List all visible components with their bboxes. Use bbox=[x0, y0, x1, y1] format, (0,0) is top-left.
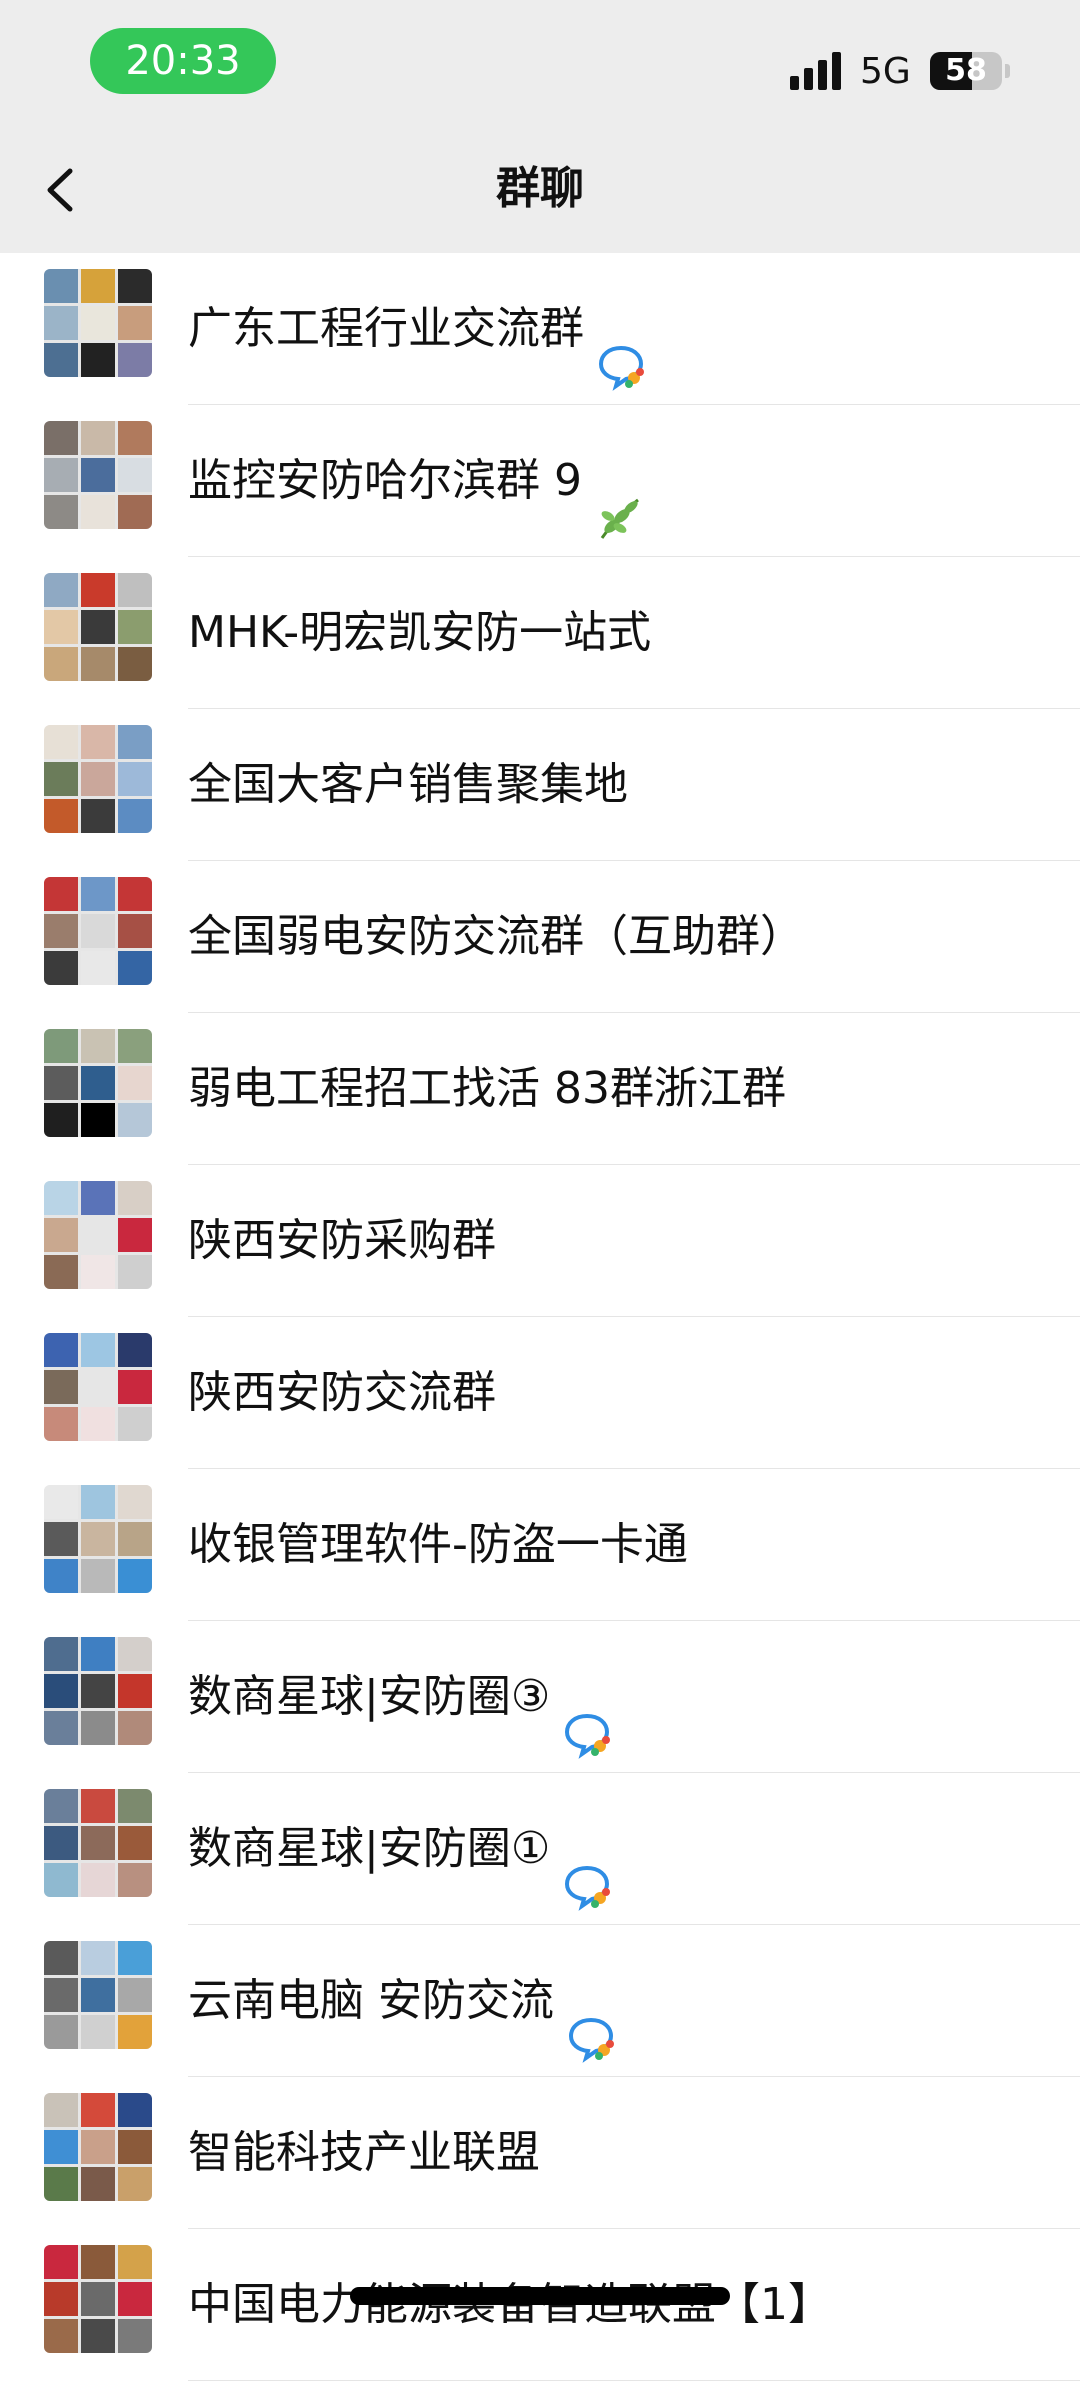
group-name-text: 陕西安防采购群 bbox=[188, 1215, 496, 1266]
group-avatar bbox=[44, 1181, 152, 1289]
battery-percent: 58 bbox=[945, 53, 987, 88]
group-name: 中国电力能源装备智造联盟【1】 bbox=[188, 2229, 832, 2381]
group-name: 全国大客户销售聚集地 bbox=[188, 709, 628, 861]
group-name-text: 广东工程行业交流群 bbox=[188, 303, 584, 354]
chat-bubble-icon bbox=[562, 1670, 612, 1759]
redaction-mark bbox=[350, 2287, 730, 2305]
list-item[interactable]: 数商星球|安防圈① bbox=[0, 1773, 1080, 1925]
list-item[interactable]: 广东工程行业交流群 bbox=[0, 253, 1080, 405]
list-item[interactable]: 弱电工程招工找活 83群浙江群 bbox=[0, 1013, 1080, 1165]
list-item[interactable]: 陕西安防采购群 bbox=[0, 1165, 1080, 1317]
group-name-text: 全国弱电安防交流群（互助群） bbox=[188, 911, 804, 962]
list-item[interactable]: 收银管理软件-防盗一卡通 bbox=[0, 1469, 1080, 1621]
group-name-text: 数商星球|安防圈③ bbox=[188, 1671, 551, 1722]
group-name-text: 收银管理软件-防盗一卡通 bbox=[188, 1519, 688, 1570]
group-avatar bbox=[44, 573, 152, 681]
group-avatar bbox=[44, 1637, 152, 1745]
group-name: 广东工程行业交流群 bbox=[188, 253, 646, 405]
group-name-text: 智能科技产业联盟 bbox=[188, 2127, 540, 2178]
group-name-text: 云南电脑 安防交流 bbox=[188, 1975, 554, 2026]
group-name: 云南电脑 安防交流 bbox=[188, 1925, 616, 2077]
group-avatar bbox=[44, 1029, 152, 1137]
group-avatar bbox=[44, 1789, 152, 1897]
group-name: 全国弱电安防交流群（互助群） bbox=[188, 861, 804, 1013]
group-avatar bbox=[44, 269, 152, 377]
group-name-text: 监控安防哈尔滨群 9 bbox=[188, 455, 582, 506]
group-avatar bbox=[44, 2093, 152, 2201]
group-avatar bbox=[44, 421, 152, 529]
chat-bubble-icon bbox=[562, 1822, 612, 1911]
nav-bar: 群聊 bbox=[0, 125, 1080, 253]
list-item[interactable]: 数商星球|安防圈③ bbox=[0, 1621, 1080, 1773]
chat-bubble-icon bbox=[596, 302, 646, 391]
list-item[interactable]: 陕西安防交流群 bbox=[0, 1317, 1080, 1469]
group-name-text: 弱电工程招工找活 83群浙江群 bbox=[188, 1063, 786, 1114]
list-item[interactable]: 全国弱电安防交流群（互助群） bbox=[0, 861, 1080, 1013]
group-name: 陕西安防交流群 bbox=[188, 1317, 496, 1469]
group-name-text: 陕西安防交流群 bbox=[188, 1367, 496, 1418]
group-avatar bbox=[44, 1485, 152, 1593]
list-item[interactable]: 监控安防哈尔滨群 9 bbox=[0, 405, 1080, 557]
group-avatar bbox=[44, 1333, 152, 1441]
status-bar: 20:33 5G 58 bbox=[0, 0, 1080, 125]
group-name: 收银管理软件-防盗一卡通 bbox=[188, 1469, 688, 1621]
group-name: 陕西安防采购群 bbox=[188, 1165, 496, 1317]
list-item[interactable]: 智能科技产业联盟 bbox=[0, 2077, 1080, 2229]
group-avatar bbox=[44, 1941, 152, 2049]
group-name: 数商星球|安防圈① bbox=[188, 1773, 612, 1925]
leaf-icon bbox=[594, 454, 644, 539]
group-name: 弱电工程招工找活 83群浙江群 bbox=[188, 1013, 786, 1165]
group-name: MHK-明宏凯安防一站式 bbox=[188, 557, 651, 709]
group-name: 数商星球|安防圈③ bbox=[188, 1621, 612, 1773]
list-item[interactable]: MHK-明宏凯安防一站式 bbox=[0, 557, 1080, 709]
group-name: 智能科技产业联盟 bbox=[188, 2077, 540, 2229]
list-item[interactable]: 中国电力能源装备智造联盟【1】 bbox=[0, 2229, 1080, 2381]
group-name-text: MHK-明宏凯安防一站式 bbox=[188, 607, 652, 658]
list-item[interactable]: 云南电脑 安防交流 bbox=[0, 1925, 1080, 2077]
battery-cap bbox=[1005, 64, 1010, 78]
status-time: 20:33 bbox=[90, 28, 276, 94]
page-title: 群聊 bbox=[496, 163, 584, 214]
group-list: 广东工程行业交流群 监控安防哈尔滨群 9 MHK-明宏凯安防一站式 全国大客户销售聚集… bbox=[0, 253, 1080, 2381]
group-avatar bbox=[44, 877, 152, 985]
group-avatar bbox=[44, 725, 152, 833]
group-name-text: 数商星球|安防圈① bbox=[188, 1823, 551, 1874]
network-type: 5G bbox=[860, 51, 911, 92]
group-name-text: 全国大客户销售聚集地 bbox=[188, 759, 628, 810]
cellular-signal-icon bbox=[790, 52, 844, 90]
list-item[interactable]: 全国大客户销售聚集地 bbox=[0, 709, 1080, 861]
battery-icon: 58 bbox=[930, 52, 1002, 90]
chat-bubble-icon bbox=[566, 1974, 616, 2063]
group-name: 监控安防哈尔滨群 9 bbox=[188, 405, 644, 557]
